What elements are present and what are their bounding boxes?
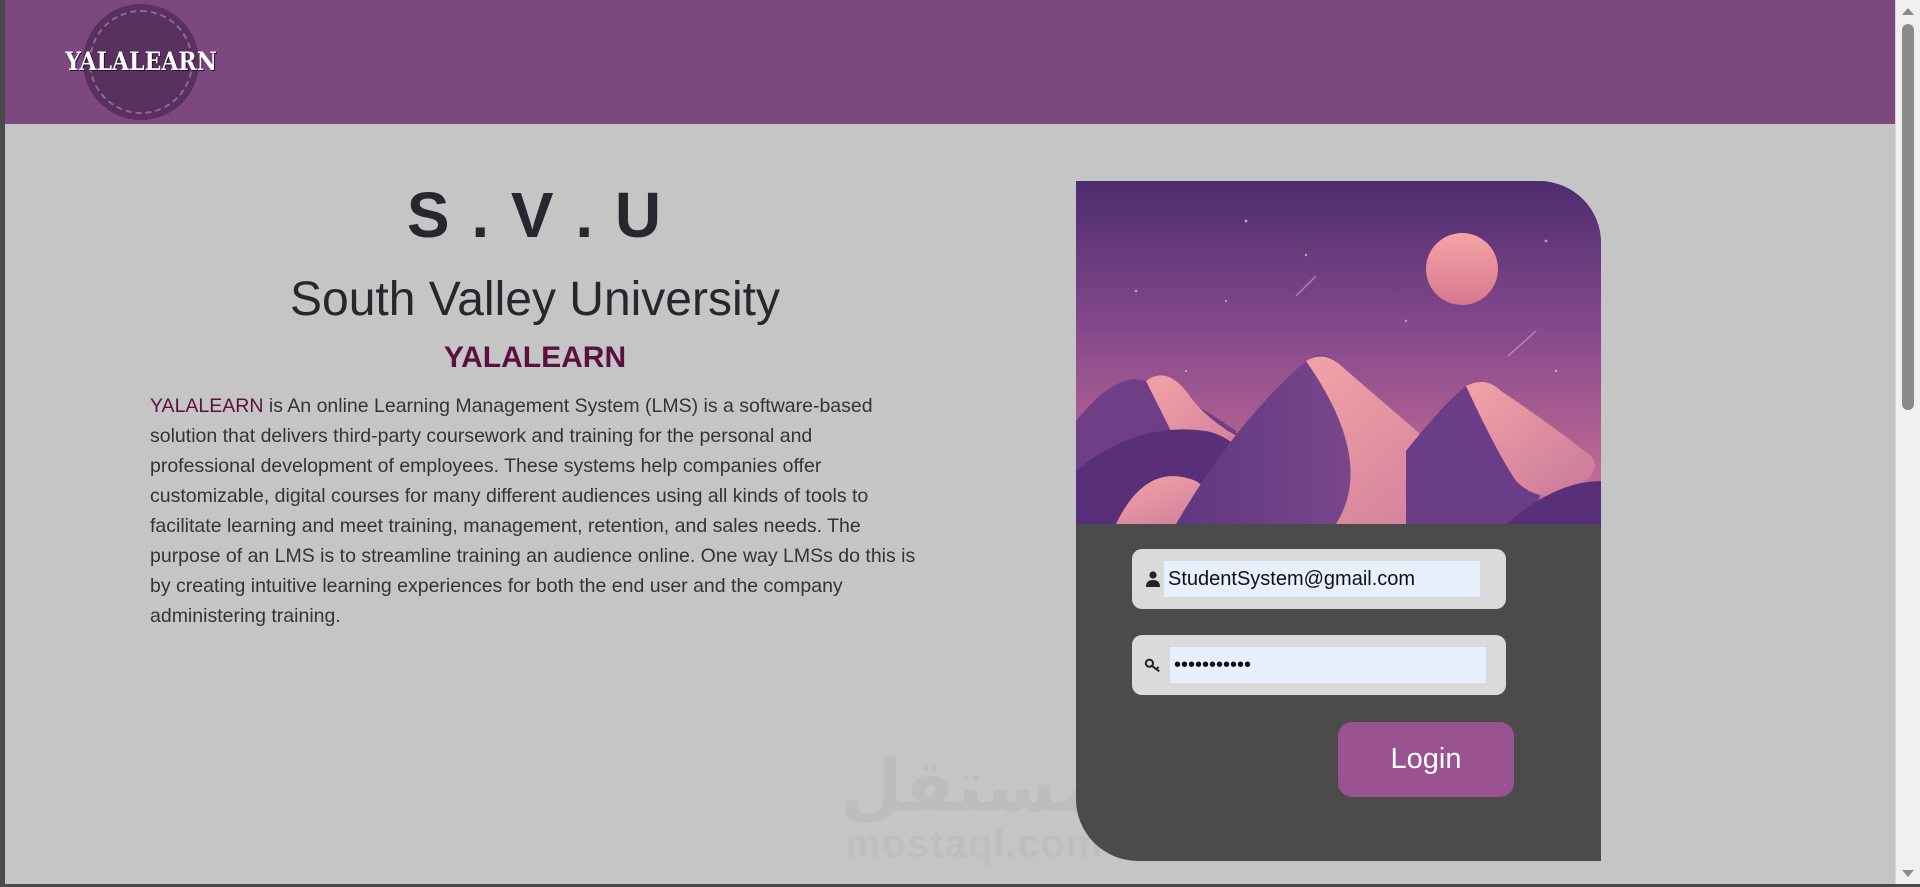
user-icon bbox=[1144, 569, 1162, 589]
university-name: South Valley University bbox=[290, 273, 780, 326]
description-brand-highlight: YALALEARN bbox=[150, 395, 264, 417]
desert-illustration bbox=[1076, 181, 1601, 524]
scrollbar-thumb[interactable] bbox=[1902, 24, 1914, 410]
intro-description: YALALEARN is An online Learning Manageme… bbox=[150, 391, 920, 631]
intro-section: S . V . U South Valley University YALALE… bbox=[150, 170, 920, 631]
login-card: Login bbox=[1076, 181, 1601, 861]
password-field-wrapper bbox=[1132, 635, 1506, 695]
university-acronym: S . V . U bbox=[406, 179, 664, 251]
login-button[interactable]: Login bbox=[1338, 722, 1514, 797]
scroll-up-arrow-icon[interactable] bbox=[1902, 8, 1914, 15]
description-text: is An online Learning Management System … bbox=[150, 395, 916, 627]
top-header-bar: YALALEARN bbox=[5, 0, 1896, 124]
vertical-scrollbar[interactable] bbox=[1895, 0, 1920, 887]
email-input[interactable] bbox=[1164, 561, 1480, 597]
logo-text: YALALEARN bbox=[65, 47, 217, 77]
watermark-latin: mostaql.com bbox=[845, 822, 1103, 866]
watermark-arabic: مستقل bbox=[840, 744, 1104, 828]
password-input[interactable] bbox=[1170, 647, 1486, 683]
brand-heading: YALALEARN bbox=[443, 341, 627, 374]
key-icon bbox=[1144, 655, 1162, 675]
window-frame-left bbox=[0, 0, 5, 887]
site-logo[interactable]: YALALEARN bbox=[65, 4, 217, 120]
email-field-wrapper bbox=[1132, 549, 1506, 609]
scroll-down-arrow-icon[interactable] bbox=[1902, 870, 1914, 877]
